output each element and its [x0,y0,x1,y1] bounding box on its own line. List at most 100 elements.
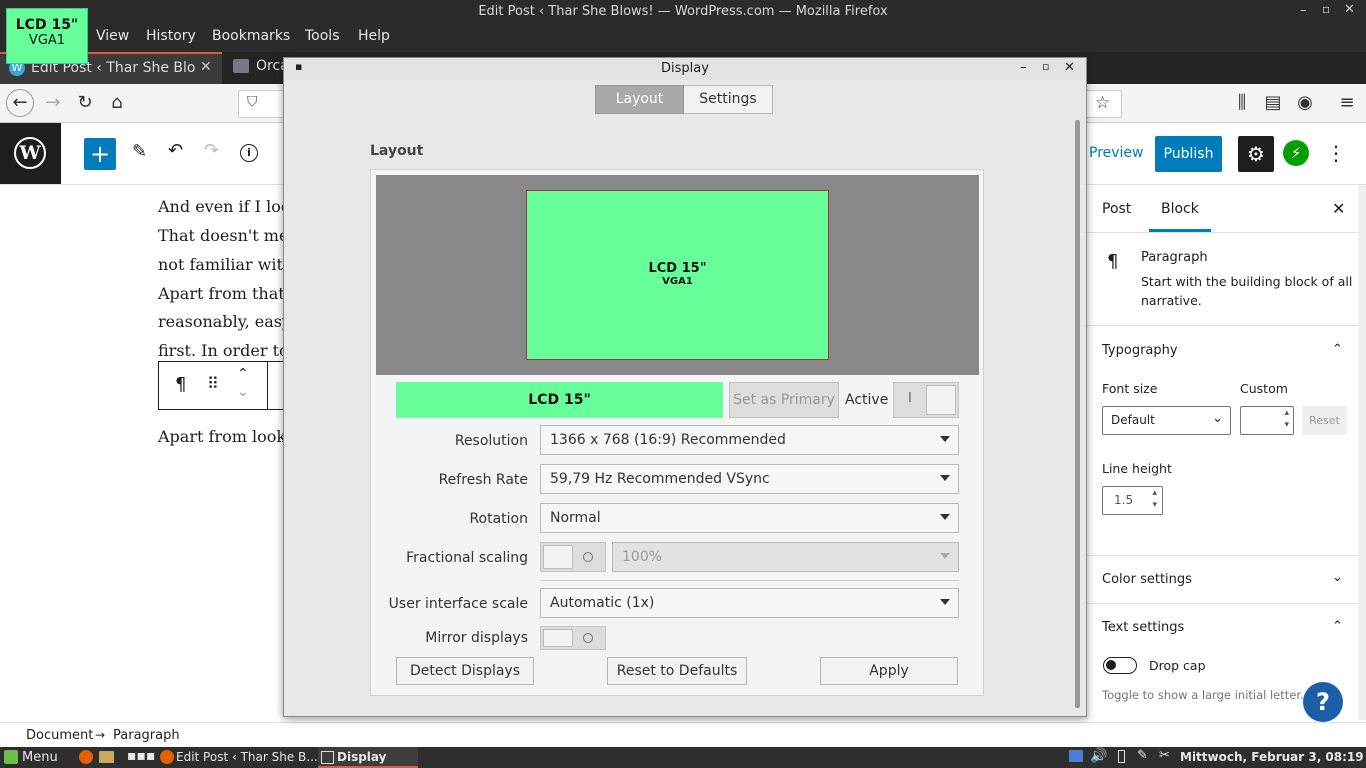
redo-icon[interactable]: ↷ [204,140,219,161]
undo-icon[interactable]: ↶ [168,140,183,161]
terminal-launcher-icon[interactable]: ▪▪▪ [127,748,155,764]
tab-settings[interactable]: Settings [684,85,773,114]
stepper-up-icon[interactable]: ▴ [1152,488,1157,498]
clipboard-icon[interactable]: ✎ [1137,748,1148,763]
help-icon[interactable]: ? [1303,682,1343,722]
refresh-rate-combo[interactable]: 59,79 Hz Recommended VSync [540,464,959,494]
reload-icon[interactable]: ↻ [74,92,96,114]
monitor-arrangement-area[interactable]: LCD 15" VGA1 [376,175,979,375]
jetpack-icon[interactable]: ⚡ [1283,140,1309,166]
menu-button[interactable]: Menu [22,750,58,765]
fractional-scaling-switch[interactable] [540,542,606,572]
tab-close-icon[interactable]: ✕ [200,59,212,75]
maximize-icon[interactable]: ▫ [1322,2,1330,16]
tools-icon[interactable]: ✂ [1159,748,1170,763]
task-firefox[interactable]: Edit Post ‹ Thar She B... [158,747,318,768]
shield-icon[interactable]: ⛉ [247,94,258,110]
paragraph-icon[interactable]: ¶ [175,374,186,395]
chevron-up-icon[interactable]: ⌃ [1332,619,1343,634]
library-icon[interactable]: ⫼ [1231,92,1253,114]
drag-handle-icon[interactable]: ⠿ [207,374,219,393]
files-launcher-icon[interactable] [99,751,114,763]
reset-to-defaults-button[interactable]: Reset to Defaults [607,657,747,685]
ui-scale-combo[interactable]: Automatic (1x) [540,588,959,618]
clock[interactable]: Mittwoch, Februar 3, 08:19 [1180,750,1364,764]
maximize-icon[interactable]: ▫ [1042,60,1049,73]
content-line[interactable]: first. In order to [158,341,289,360]
close-icon[interactable]: ✕ [1064,60,1075,75]
content-line[interactable]: not familiar with [158,255,293,274]
more-options-icon[interactable]: ⋮ [1326,141,1346,165]
custom-size-input[interactable]: ▴ ▾ [1240,406,1294,435]
mirror-displays-switch[interactable] [540,626,606,650]
menu-history[interactable]: History [146,28,196,44]
close-sidebar-icon[interactable]: ✕ [1332,199,1345,218]
chevron-up-icon[interactable]: ⌃ [1332,342,1343,357]
text-settings-toggle[interactable]: Text settings [1102,620,1184,635]
preview-button[interactable]: Preview [1089,145,1144,161]
home-icon[interactable]: ⌂ [106,92,128,114]
account-icon[interactable]: ◉ [1294,92,1316,114]
set-as-primary-button[interactable]: Set as Primary [729,382,839,418]
tab-block[interactable]: Block [1161,201,1199,217]
dialog-scrollbar[interactable] [1075,120,1080,708]
tab-layout[interactable]: Layout [595,85,684,114]
network-icon[interactable] [1069,750,1083,762]
sidebar-toggle-icon[interactable]: ▤ [1262,92,1284,114]
forward-icon[interactable]: → [42,92,64,114]
bookmark-star-icon[interactable]: ☆ [1095,93,1110,113]
color-settings-toggle[interactable]: Color settings [1102,572,1192,587]
volume-icon[interactable]: 🔊 [1090,748,1107,764]
detect-displays-button[interactable]: Detect Displays [396,657,534,685]
publish-button[interactable]: Publish [1155,136,1222,172]
hamburger-menu-icon[interactable]: ≡ [1336,92,1358,114]
drop-cap-toggle[interactable] [1103,657,1137,674]
stepper-up-icon[interactable]: ▴ [1284,408,1289,418]
rotation-combo[interactable]: Normal [540,503,959,533]
resolution-combo[interactable]: 1366 x 768 (16:9) Recommended [540,425,959,455]
close-icon[interactable]: ✕ [1344,2,1355,17]
firefox-launcher-icon[interactable] [79,750,93,764]
content-line[interactable]: That doesn't mea [158,226,298,245]
active-switch[interactable]: I [893,382,959,418]
wordpress-logo[interactable]: W [0,123,61,184]
minimize-icon[interactable]: – [1300,3,1307,18]
content-line[interactable]: Apart from looki [158,427,291,446]
monitor-preview[interactable]: LCD 15" VGA1 [526,190,829,360]
breadcrumb-document[interactable]: Document [26,728,93,743]
mint-menu-icon[interactable] [4,750,18,764]
fractional-scale-combo[interactable]: 100% [612,542,959,572]
menu-bookmarks[interactable]: Bookmarks [212,28,290,44]
sidebar-scrollbar[interactable] [1358,185,1366,720]
move-down-icon[interactable]: ⌄ [237,384,249,400]
menu-view[interactable]: View [96,28,129,44]
move-up-icon[interactable]: ⌃ [237,366,249,382]
task-display[interactable]: Display [318,747,418,768]
content-line[interactable]: reasonably, easy [158,312,291,331]
stepper-down-icon[interactable]: ▾ [1152,500,1157,510]
content-line[interactable]: Apart from that [158,284,285,303]
add-block-button[interactable]: + [84,138,116,170]
tab-post[interactable]: Post [1102,201,1131,217]
typography-toggle[interactable]: Typography [1102,343,1178,358]
block-description: Start with the building block of all [1141,274,1353,289]
pencil-icon[interactable]: ✎ [132,141,147,162]
breadcrumb-paragraph[interactable]: Paragraph [113,728,180,743]
apply-button[interactable]: Apply [820,657,958,685]
stepper-down-icon[interactable]: ▾ [1284,420,1289,430]
line-height-input[interactable]: 1.5 ▴ ▾ [1102,486,1163,515]
url-bar-end[interactable]: ☆ [1085,90,1122,118]
settings-gear-icon[interactable]: ⚙ [1238,136,1274,172]
chevron-down-icon[interactable]: ⌄ [1332,570,1343,585]
battery-icon[interactable] [1118,750,1125,763]
reset-font-size-button[interactable]: Reset [1302,406,1347,435]
menu-help[interactable]: Help [358,28,390,44]
info-icon[interactable]: i [240,144,258,162]
content-line[interactable]: And even if I loo [158,197,290,216]
minimize-icon[interactable]: – [1020,60,1027,75]
active-label: Active [845,392,889,408]
back-icon[interactable]: ← [6,89,34,117]
font-size-select[interactable]: Default ⌄ [1102,406,1231,435]
menu-tools[interactable]: Tools [305,28,340,44]
tab-orca[interactable]: Orca [224,52,289,84]
